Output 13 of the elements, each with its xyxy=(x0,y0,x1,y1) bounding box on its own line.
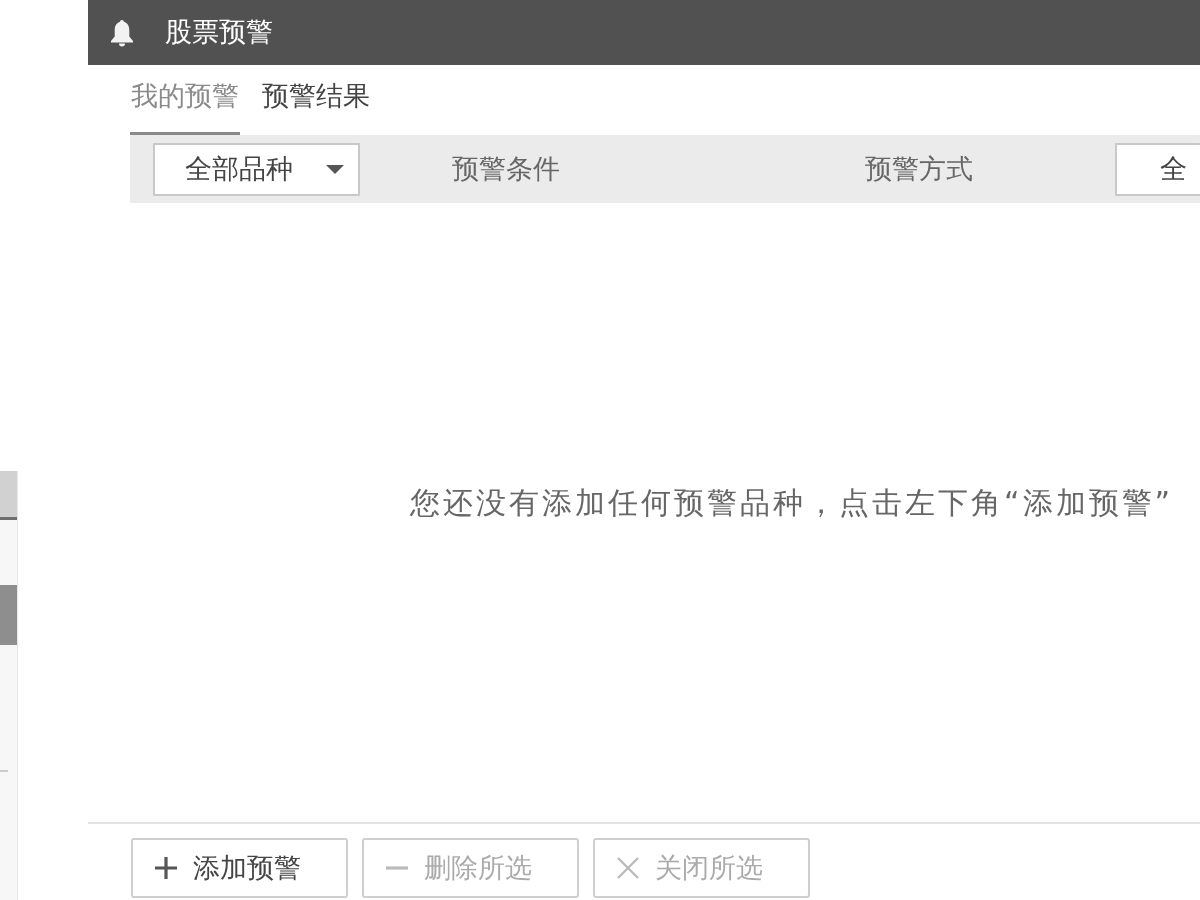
empty-state-message: 您还没有添加任何预警品种，点击左下角“添加预警” xyxy=(410,484,1174,522)
bell-icon xyxy=(110,18,134,47)
column-header: 预警条件 xyxy=(452,151,560,186)
minus-icon xyxy=(386,866,408,870)
dropdown[interactable]: 全 xyxy=(1115,142,1200,196)
plus-icon xyxy=(155,857,177,879)
column-header: 预警方式 xyxy=(865,151,973,186)
tab[interactable]: 预警结果 xyxy=(261,65,371,135)
action-button[interactable]: 添加预警 xyxy=(131,838,348,898)
caret-icon xyxy=(326,164,344,174)
close-icon xyxy=(617,857,639,879)
window-title: 股票预警 xyxy=(165,16,273,49)
dropdown[interactable]: 全部品种 xyxy=(153,142,360,196)
